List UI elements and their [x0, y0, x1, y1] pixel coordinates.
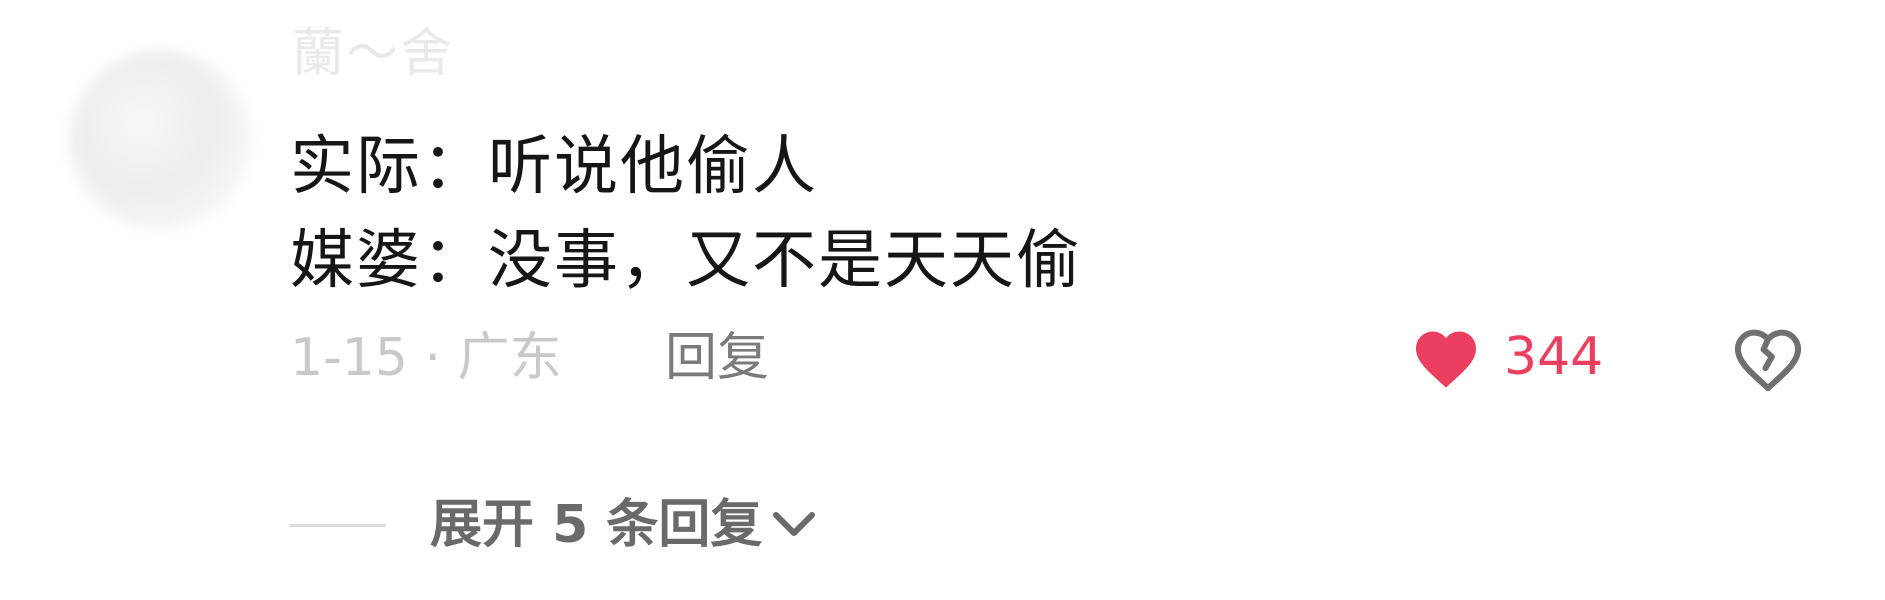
comment-text-line-2: 媒婆：没事，又不是天天偷	[290, 224, 1082, 298]
comment-date-location: 1-15 · 广东	[290, 328, 562, 388]
avatar[interactable]	[70, 50, 250, 230]
divider	[290, 523, 386, 527]
like-button[interactable]: 344	[1410, 322, 1603, 392]
chevron-down-icon	[773, 512, 816, 536]
heart-icon	[1416, 331, 1476, 388]
username[interactable]: 蘭～舍	[292, 24, 454, 84]
expand-replies-label: 展开 5 条回复	[430, 495, 763, 555]
reply-button[interactable]: 回复	[665, 325, 769, 391]
expand-replies-button[interactable]: 展开 5 条回复	[290, 490, 816, 560]
like-count: 344	[1504, 327, 1604, 387]
comment-text-line-1: 实际：听说他偷人	[290, 130, 818, 204]
broken-heart-icon[interactable]	[1730, 322, 1806, 394]
